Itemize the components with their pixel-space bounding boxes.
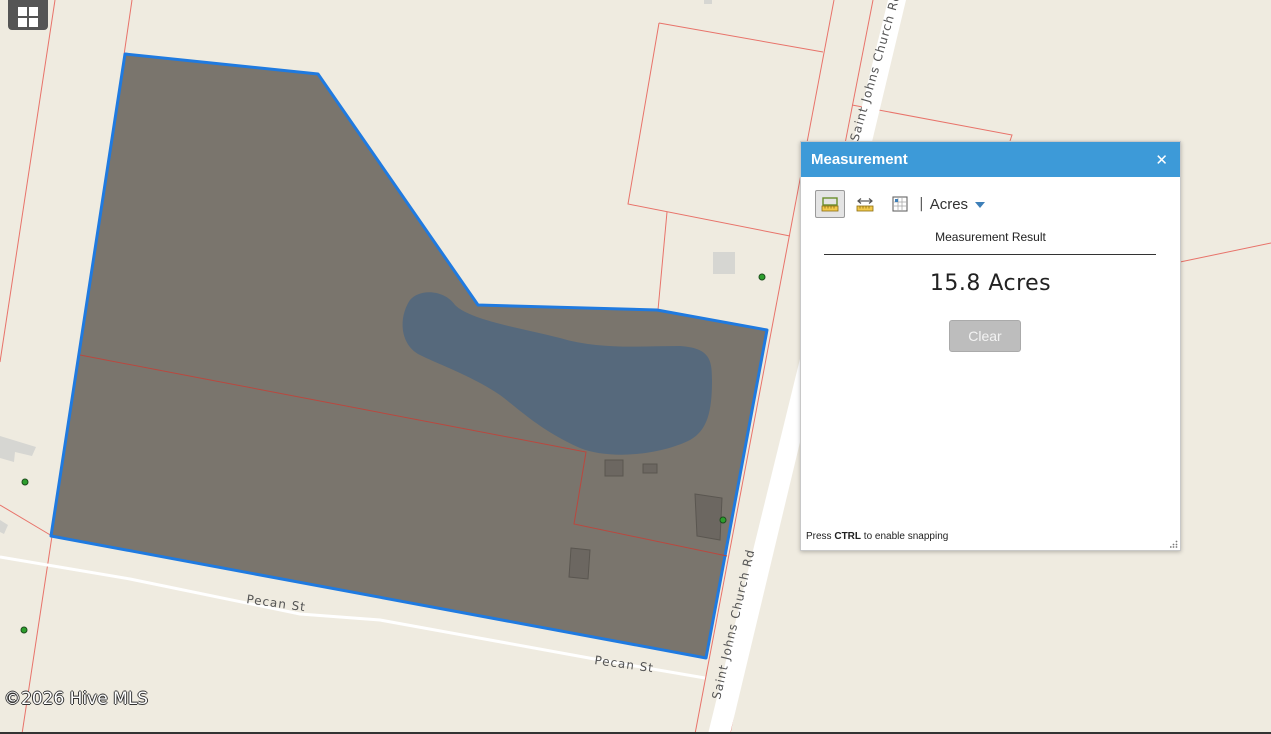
distance-tool-button[interactable] bbox=[850, 190, 880, 218]
toolbar-separator: | bbox=[919, 196, 924, 212]
snapping-hint-suffix: to enable snapping bbox=[861, 531, 949, 542]
panel-title: Measurement bbox=[811, 151, 908, 168]
layers-button[interactable] bbox=[8, 0, 48, 30]
close-icon[interactable]: ✕ bbox=[1155, 151, 1168, 169]
snapping-hint: Press CTRL to enable snapping bbox=[806, 531, 948, 542]
measurement-toolbar: | Acres bbox=[815, 190, 986, 218]
location-tool-button[interactable] bbox=[885, 190, 915, 218]
snapping-hint-key: CTRL bbox=[834, 531, 862, 542]
area-ruler-icon bbox=[821, 197, 839, 212]
chevron-down-icon bbox=[975, 201, 986, 208]
panel-header: Measurement ✕ bbox=[801, 142, 1180, 177]
result-divider bbox=[824, 254, 1156, 255]
measurement-result-value: 15.8 Acres bbox=[929, 271, 1052, 296]
measurement-result-label: Measurement Result bbox=[935, 230, 1046, 244]
measurement-panel: Measurement ✕ | Acres Measurement Result… bbox=[800, 141, 1181, 551]
unit-label: Acres bbox=[929, 195, 969, 213]
unit-dropdown[interactable]: Acres bbox=[929, 195, 986, 213]
road-label-pecan-st: Pecan St bbox=[246, 592, 307, 614]
resize-grip-icon[interactable] bbox=[1170, 540, 1178, 548]
clear-button[interactable]: Clear bbox=[949, 320, 1021, 352]
area-tool-button[interactable] bbox=[815, 190, 845, 218]
location-grid-icon bbox=[892, 196, 908, 212]
distance-ruler-icon bbox=[856, 198, 874, 212]
snapping-hint-prefix: Press bbox=[806, 531, 835, 542]
copyright-watermark: ©2026 Hive MLS bbox=[4, 689, 149, 709]
road-label-pecan-st: Pecan St bbox=[594, 653, 655, 675]
